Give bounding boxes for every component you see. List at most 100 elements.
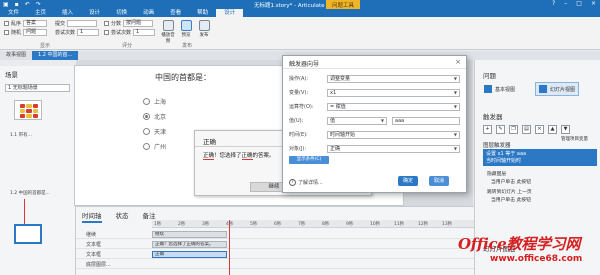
random-checkbox[interactable] <box>4 29 9 35</box>
radio-button[interactable] <box>143 113 150 120</box>
copy-trigger-icon[interactable]: ❐ <box>509 125 518 134</box>
tab-story-view[interactable]: 故事视图 <box>0 51 32 60</box>
tick-label: 13秒 <box>442 222 453 227</box>
answer-option[interactable]: 广州 <box>143 142 166 151</box>
manage-variables-link[interactable]: 管理项目变量 <box>561 136 588 142</box>
tab-design[interactable]: 设计 <box>81 9 108 17</box>
attempts2-select[interactable]: 1 <box>133 28 156 36</box>
show-conditions-button[interactable]: 显示条件(C) <box>289 156 329 164</box>
score-checkbox[interactable] <box>104 20 109 26</box>
edit-trigger-icon[interactable]: ✎ <box>496 125 505 134</box>
tab-animations[interactable]: 动画 <box>135 9 162 17</box>
slide-view-button[interactable]: 幻灯片视图 <box>535 82 580 96</box>
tab-states[interactable]: 状态 <box>116 210 129 223</box>
random-select[interactable]: 问题 <box>23 28 48 36</box>
shuffle-label: 乱序 <box>11 20 22 27</box>
trigger-line[interactable]: 当用户单击 此按钮 <box>491 178 531 185</box>
answer-option[interactable]: 北京 <box>143 112 166 121</box>
tab-view[interactable]: 查看 <box>162 9 189 17</box>
new-trigger-icon[interactable]: + <box>483 125 492 134</box>
tab-timeline[interactable]: 时间轴 <box>82 210 102 223</box>
timeline-panel: 时间轴 状态 备注 1秒 2秒 3秒 4秒 5秒 6秒 7秒 8秒 9秒 10秒… <box>76 206 474 275</box>
slide-thumbnail-2[interactable] <box>14 224 42 244</box>
publish-button[interactable]: 发布 <box>196 20 212 38</box>
scene-selector[interactable]: 1 无标题场景 <box>5 84 70 92</box>
tab-current-slide[interactable]: 1.2 中国的首... <box>32 51 79 60</box>
app-icon: ▣ <box>3 1 9 8</box>
trigger-line[interactable]: 当用户单击 此按钮 <box>491 196 531 203</box>
timeline-row[interactable]: 继续 继续 <box>76 230 474 239</box>
shuffle-checkbox[interactable] <box>4 20 9 26</box>
context-tab-question-tools: 问题工具 <box>326 0 361 9</box>
ok-button[interactable]: 确定 <box>398 176 418 186</box>
tick-label: 10秒 <box>370 222 381 227</box>
tab-help[interactable]: 帮助 <box>189 9 216 17</box>
timeline-row[interactable]: 底层图层... <box>76 260 474 269</box>
submit-label: 提交 <box>55 20 66 27</box>
tab-question-design[interactable]: 设计 <box>216 9 244 17</box>
radio-button[interactable] <box>143 143 150 150</box>
play-audio-button[interactable]: 播放音频 <box>160 20 176 44</box>
help-icon[interactable]: ? <box>552 0 555 7</box>
chevron-down-icon: ▼ <box>453 103 457 109</box>
maximize-icon[interactable]: □ <box>576 0 582 7</box>
branch-arrow <box>24 199 25 224</box>
timeline-row[interactable]: 文本框 正确 <box>76 250 474 259</box>
help-link[interactable]: ? 了解详情... <box>289 179 323 186</box>
close-icon[interactable]: × <box>455 58 461 66</box>
value-type-select[interactable]: 值 ▼ <box>327 116 387 125</box>
trigger-line[interactable]: 跳转到幻灯片 上一页 <box>487 188 532 195</box>
value-input[interactable]: aaa <box>392 116 460 125</box>
answer-option[interactable]: 上海 <box>143 97 166 106</box>
trigger-line[interactable]: 隐藏图层 <box>487 170 506 177</box>
question-text[interactable]: 中国的首都是： <box>155 72 211 83</box>
move-down-icon[interactable]: ▼ <box>561 125 570 134</box>
submit-select[interactable] <box>67 19 98 27</box>
move-up-icon[interactable]: ▲ <box>548 125 557 134</box>
tick-label: 2秒 <box>178 222 186 227</box>
random-label: 随机 <box>11 29 22 36</box>
radio-button[interactable] <box>143 128 150 135</box>
tab-transitions[interactable]: 切换 <box>108 9 135 17</box>
tab-insert[interactable]: 插入 <box>54 9 81 17</box>
slide-thumbnail-1[interactable] <box>14 100 42 120</box>
save-icon[interactable]: ▪ <box>15 1 19 8</box>
group-display-label: 显示 <box>40 43 51 49</box>
playhead[interactable] <box>229 220 230 275</box>
delete-trigger-icon[interactable]: × <box>535 125 544 134</box>
radio-button[interactable] <box>143 98 150 105</box>
preview-button[interactable]: 预览 <box>178 20 194 38</box>
attempts2-checkbox[interactable] <box>104 29 109 35</box>
close-icon[interactable]: × <box>591 0 596 7</box>
timeline-bar[interactable]: 正确 <box>152 251 227 258</box>
minimize-icon[interactable]: – <box>564 0 567 7</box>
slide-view-icon <box>539 85 547 93</box>
timeline-bar[interactable]: 正确！您选择了正确的答案。 <box>152 241 227 248</box>
tab-home[interactable]: 主页 <box>27 9 54 17</box>
selected-trigger[interactable]: 设置 x1 等于 aaa 当时间轴开始时 <box>483 149 597 166</box>
tick-label: 11秒 <box>394 222 405 227</box>
operator-select[interactable]: = 赋值 ▼ <box>327 102 460 111</box>
shuffle-select[interactable]: 答案 <box>23 19 48 27</box>
when-select[interactable]: 时间轴开始 ▼ <box>327 130 460 139</box>
tab-file[interactable]: 文件 <box>0 9 27 17</box>
timeline-ruler[interactable]: 1秒 2秒 3秒 4秒 5秒 6秒 7秒 8秒 9秒 10秒 11秒 12秒 1… <box>152 220 474 228</box>
redo-icon[interactable]: ↷ <box>36 1 41 8</box>
cancel-button[interactable]: 取消 <box>429 176 449 186</box>
action-label: 操作(A): <box>289 76 309 82</box>
answer-option[interactable]: 天津 <box>143 127 166 136</box>
thumbnail-2-label: 1.2 中国的首都是... <box>10 191 50 196</box>
score-label: 分数 <box>111 20 122 27</box>
object-select[interactable]: 正确 ▼ <box>327 144 460 153</box>
timeline-bar[interactable]: 继续 <box>152 231 227 238</box>
timeline-row[interactable]: 文本框 正确！您选择了正确的答案。 <box>76 240 474 249</box>
action-select[interactable]: 调整变量 ▼ <box>327 74 460 83</box>
paste-trigger-icon[interactable]: ▤ <box>522 125 531 134</box>
variable-select[interactable]: x1 ▼ <box>327 88 460 97</box>
attempts-select[interactable]: 1 <box>77 28 100 36</box>
basic-view-button[interactable]: 基本视图 <box>481 82 518 96</box>
score-select[interactable]: 按问题 <box>123 19 154 27</box>
undo-icon[interactable]: ↶ <box>25 1 30 8</box>
tick-label: 7秒 <box>298 222 306 227</box>
tick-label: 3秒 <box>202 222 210 227</box>
